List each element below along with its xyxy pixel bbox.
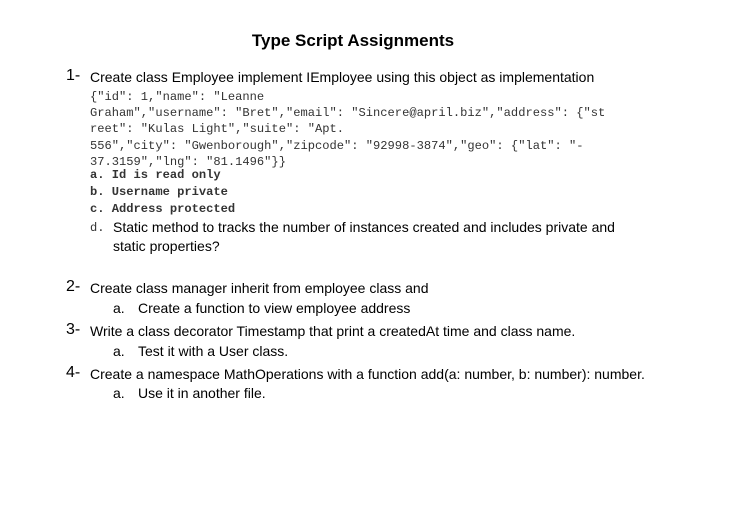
question-3-sub-text: Test it with a User class. (138, 343, 289, 359)
sub-item-d-line-1: Static method to tracks the number of in… (113, 219, 615, 235)
sub-item-a: a. Id is read only (90, 167, 221, 184)
sub-item-a-letter: a. (90, 168, 105, 182)
sub-item-d-letter: d. (90, 221, 105, 235)
question-4-number: 4- (66, 364, 81, 381)
sub-item-c: c. Address protected (90, 201, 235, 218)
question-1-text: Create class Employee implement IEmploye… (90, 69, 595, 85)
sub-item-b-text: Username private (111, 185, 228, 199)
sub-item-a-text: Id is read only (111, 168, 221, 182)
sub-item-c-letter: c. (90, 202, 105, 216)
question-3-sub-letter: a. (113, 343, 125, 359)
sub-item-d-line-2: static properties? (113, 238, 220, 254)
sub-item-b: b. Username private (90, 184, 228, 201)
question-1-number: 1- (66, 67, 81, 84)
question-4-text: Create a namespace MathOperations with a… (90, 366, 645, 382)
question-2-number: 2- (66, 278, 81, 295)
code-line-3: reet": "Kulas Light","suite": "Apt. (90, 122, 345, 136)
question-3-text: Write a class decorator Timestamp that p… (90, 323, 576, 339)
sub-item-b-letter: b. (90, 185, 105, 199)
question-2-sub-text: Create a function to view employee addre… (138, 300, 411, 316)
question-3-number: 3- (66, 321, 81, 338)
question-4-sub-text: Use it in another file. (138, 385, 266, 401)
question-4-sub-letter: a. (113, 385, 125, 401)
document-title: Type Script Assignments (251, 31, 455, 50)
sub-item-c-text: Address protected (111, 202, 236, 216)
question-2-text: Create class manager inherit from employ… (90, 280, 429, 296)
question-2-sub-letter: a. (113, 300, 125, 316)
